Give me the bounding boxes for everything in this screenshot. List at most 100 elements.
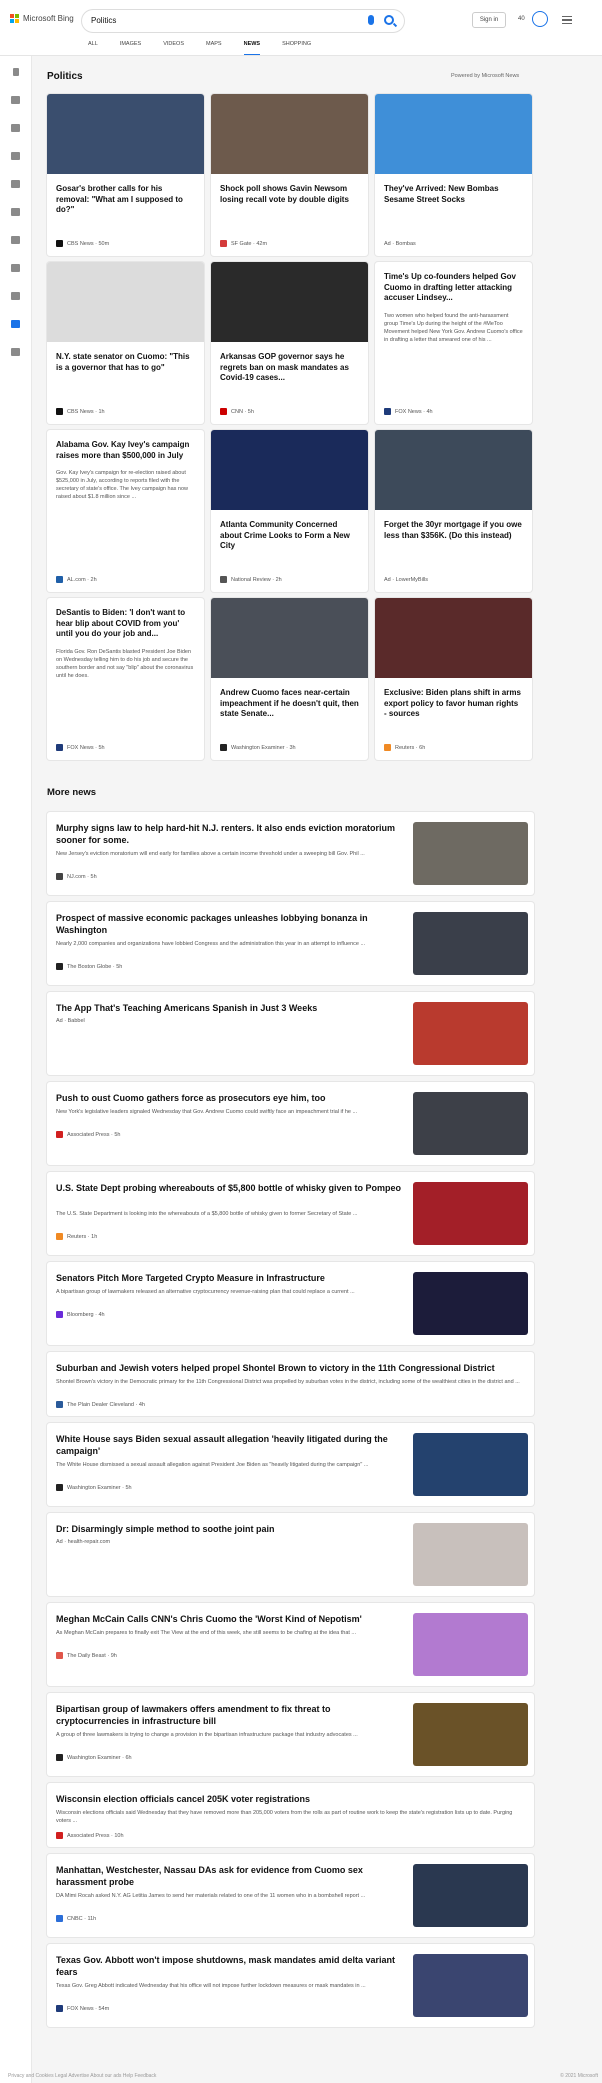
list-item-title[interactable]: Meghan McCain Calls CNN's Chris Cuomo th…	[56, 1613, 403, 1625]
news-card[interactable]: Shock poll shows Gavin Newsom losing rec…	[211, 94, 368, 256]
news-card[interactable]: Alabama Gov. Kay Ivey's campaign raises …	[47, 430, 204, 592]
news-card-source-text: CNN · 5h	[231, 408, 254, 415]
list-item-source: Washington Examiner · 5h	[56, 1484, 132, 1491]
list-item[interactable]: Push to oust Cuomo gathers force as pros…	[47, 1082, 534, 1165]
list-item-title[interactable]: Senators Pitch More Targeted Crypto Meas…	[56, 1272, 403, 1284]
globe-icon[interactable]	[11, 208, 20, 216]
list-item-title[interactable]: Wisconsin election officials cancel 205K…	[56, 1793, 523, 1805]
list-item-title[interactable]: Murphy signs law to help hard-hit N.J. r…	[56, 822, 403, 846]
list-item-title[interactable]: U.S. State Dept probing whereabouts of $…	[56, 1182, 403, 1194]
news-card-title[interactable]: Exclusive: Biden plans shift in arms exp…	[384, 688, 523, 720]
ad-item-source-text: Ad · Babbel	[56, 1018, 85, 1024]
list-item[interactable]: Texas Gov. Abbott won't impose shutdowns…	[47, 1944, 534, 2027]
list-item-title[interactable]: Prospect of massive economic packages un…	[56, 912, 403, 936]
bing-logo[interactable]: Microsoft Bing	[10, 14, 74, 23]
footer-links[interactable]: Privacy and Cookies Legal Advertise Abou…	[8, 2073, 156, 2079]
footer-copyright: © 2021 Microsoft	[560, 2073, 598, 2079]
search-box[interactable]: Politics	[82, 10, 404, 32]
news-card-title[interactable]: N.Y. state senator on Cuomo: "This is a …	[56, 352, 195, 373]
list-item-title[interactable]: Suburban and Jewish voters helped propel…	[56, 1362, 523, 1374]
news-card-summary: Gov. Kay Ivey's campaign for re-election…	[56, 470, 188, 500]
microphone-icon[interactable]	[368, 15, 374, 25]
home-icon[interactable]	[11, 96, 20, 104]
news-card[interactable]: DeSantis to Biden: 'I don't want to hear…	[47, 598, 204, 760]
news-card[interactable]: Gosar's brother calls for his removal: "…	[47, 94, 204, 256]
location-pin-icon[interactable]	[11, 180, 20, 188]
news-card-title[interactable]: Shock poll shows Gavin Newsom losing rec…	[220, 184, 359, 205]
news-card-source-text: FOX News · 5h	[67, 744, 105, 751]
entertainment-icon[interactable]	[11, 292, 20, 300]
news-card[interactable]: N.Y. state senator on Cuomo: "This is a …	[47, 262, 204, 424]
tab-all[interactable]: ALL	[88, 41, 98, 55]
expand-sidebar-icon[interactable]	[13, 68, 19, 76]
source-favicon-icon	[56, 1484, 63, 1491]
list-item-thumbnail	[413, 1954, 528, 2017]
list-item-source: The Plain Dealer Cleveland · 4h	[56, 1401, 145, 1408]
ad-card-source-text: Ad · LowerMyBills	[384, 577, 429, 583]
rewards-medal-icon[interactable]	[532, 11, 548, 27]
tab-shopping[interactable]: SHOPPING	[282, 41, 311, 55]
section-title-more-news: More news	[47, 787, 97, 798]
list-item[interactable]: U.S. State Dept probing whereabouts of $…	[47, 1172, 534, 1255]
list-item-title[interactable]: Texas Gov. Abbott won't impose shutdowns…	[56, 1954, 403, 1978]
ad-card[interactable]: They've Arrived: New Bombas Sesame Stree…	[375, 94, 532, 256]
ad-card-source: Ad · LowerMyBills	[384, 577, 428, 583]
news-card[interactable]: Exclusive: Biden plans shift in arms exp…	[375, 598, 532, 760]
news-card-title[interactable]: Alabama Gov. Kay Ivey's campaign raises …	[56, 440, 195, 461]
ad-card-title[interactable]: Forget the 30yr mortgage if you owe less…	[384, 520, 523, 541]
news-card-source-text: CBS News · 50m	[67, 240, 110, 247]
news-card-source: FOX News · 4h	[384, 408, 433, 415]
search-input[interactable]: Politics	[91, 16, 116, 25]
news-card-title[interactable]: Gosar's brother calls for his removal: "…	[56, 184, 195, 216]
hamburger-menu-icon[interactable]	[562, 16, 572, 24]
rewards-points[interactable]: 40	[518, 16, 525, 22]
tab-videos[interactable]: VIDEOS	[163, 41, 184, 55]
science-icon[interactable]	[11, 264, 20, 272]
list-item[interactable]: Wisconsin election officials cancel 205K…	[47, 1783, 534, 1847]
list-item[interactable]: White House says Biden sexual assault al…	[47, 1423, 534, 1506]
list-item[interactable]: Manhattan, Westchester, Nassau DAs ask f…	[47, 1854, 534, 1937]
news-card[interactable]: Atlanta Community Concerned about Crime …	[211, 430, 368, 592]
ad-card-title[interactable]: They've Arrived: New Bombas Sesame Stree…	[384, 184, 523, 205]
news-card-source: AL.com · 2h	[56, 576, 97, 583]
source-favicon-icon	[56, 1832, 63, 1839]
list-item-title[interactable]: Manhattan, Westchester, Nassau DAs ask f…	[56, 1864, 403, 1888]
news-card-source-text: FOX News · 4h	[395, 408, 433, 415]
news-card[interactable]: Andrew Cuomo faces near-certain impeachm…	[211, 598, 368, 760]
list-item[interactable]: Murphy signs law to help hard-hit N.J. r…	[47, 812, 534, 895]
tab-images[interactable]: IMAGES	[120, 41, 141, 55]
trending-icon[interactable]	[11, 124, 20, 132]
list-item-source: The Boston Globe · 5h	[56, 963, 122, 970]
news-card-title[interactable]: Atlanta Community Concerned about Crime …	[220, 520, 359, 552]
ad-item[interactable]: The App That's Teaching Americans Spanis…	[47, 992, 534, 1075]
news-card-title[interactable]: Andrew Cuomo faces near-certain impeachm…	[220, 688, 359, 720]
news-card[interactable]: Arkansas GOP governor says he regrets ba…	[211, 262, 368, 424]
list-item[interactable]: Senators Pitch More Targeted Crypto Meas…	[47, 1262, 534, 1345]
news-card-title[interactable]: DeSantis to Biden: 'I don't want to hear…	[56, 608, 195, 640]
sign-in-button[interactable]: Sign in	[472, 12, 506, 28]
list-item-title[interactable]: Bipartisan group of lawmakers offers ame…	[56, 1703, 403, 1727]
source-favicon-icon	[220, 744, 227, 751]
flag-icon[interactable]	[11, 152, 20, 160]
sports-icon[interactable]	[11, 348, 20, 356]
ad-card[interactable]: Forget the 30yr mortgage if you owe less…	[375, 430, 532, 592]
news-card-title[interactable]: Time's Up co-founders helped Gov Cuomo i…	[384, 272, 523, 304]
news-card[interactable]: Time's Up co-founders helped Gov Cuomo i…	[375, 262, 532, 424]
list-item[interactable]: Suburban and Jewish voters helped propel…	[47, 1352, 534, 1416]
business-icon[interactable]	[11, 236, 20, 244]
ad-card-image	[375, 94, 532, 174]
tab-maps[interactable]: MAPS	[206, 41, 222, 55]
list-item-title[interactable]: Push to oust Cuomo gathers force as pros…	[56, 1092, 403, 1104]
politics-icon[interactable]	[11, 320, 20, 328]
news-card-title[interactable]: Arkansas GOP governor says he regrets ba…	[220, 352, 359, 384]
list-item[interactable]: Meghan McCain Calls CNN's Chris Cuomo th…	[47, 1603, 534, 1686]
ad-item-title[interactable]: Dr: Disarmingly simple method to soothe …	[56, 1523, 403, 1535]
list-item[interactable]: Prospect of massive economic packages un…	[47, 902, 534, 985]
list-item[interactable]: Bipartisan group of lawmakers offers ame…	[47, 1693, 534, 1776]
ad-item[interactable]: Dr: Disarmingly simple method to soothe …	[47, 1513, 534, 1596]
news-card-source: Reuters · 6h	[384, 744, 425, 751]
list-item-title[interactable]: White House says Biden sexual assault al…	[56, 1433, 403, 1457]
ad-item-title[interactable]: The App That's Teaching Americans Spanis…	[56, 1002, 403, 1014]
tab-news[interactable]: NEWS	[243, 41, 260, 55]
search-icon[interactable]	[384, 15, 394, 25]
